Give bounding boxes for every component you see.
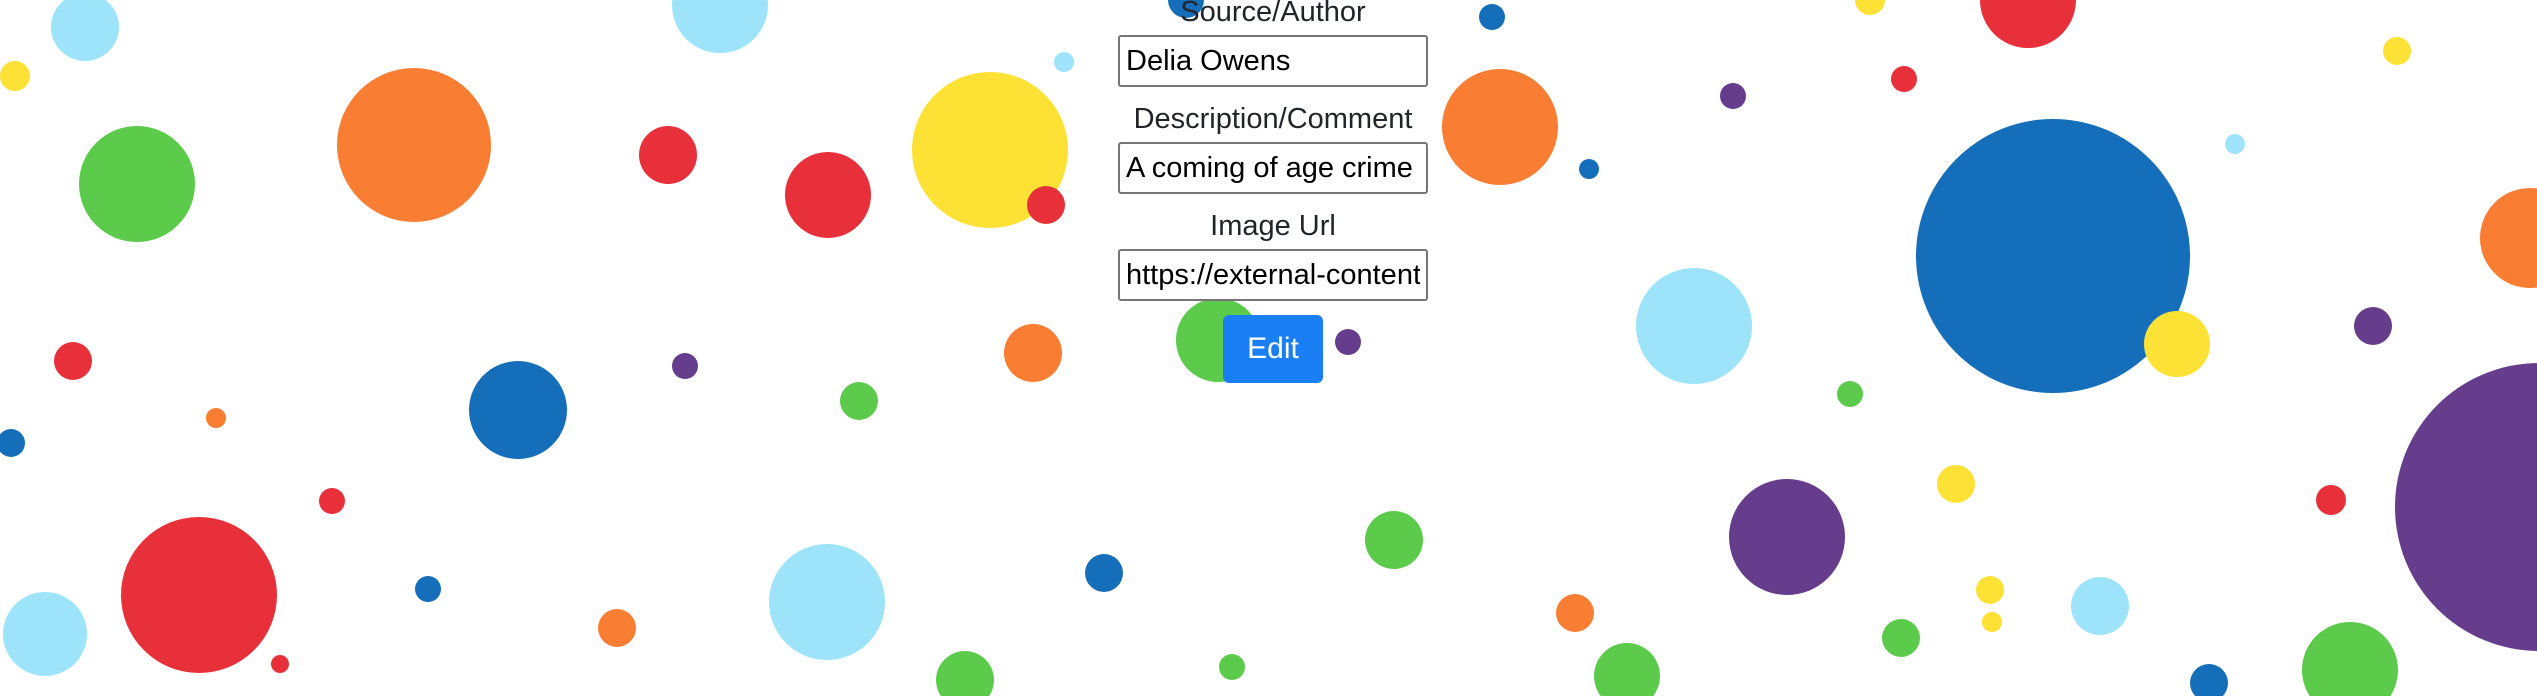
blue-dot [415, 576, 441, 602]
red-dot [1891, 66, 1917, 92]
light-blue-dot [769, 544, 885, 660]
image-url-label: Image Url [1210, 210, 1336, 242]
yellow-dot [0, 61, 30, 91]
edit-button[interactable]: Edit [1223, 315, 1323, 383]
red-dot [785, 152, 871, 238]
green-dot [2302, 622, 2398, 696]
yellow-dot [2383, 37, 2411, 65]
orange-dot [1442, 69, 1558, 185]
description-comment-input[interactable] [1118, 142, 1428, 194]
blue-dot [1579, 159, 1599, 179]
green-dot [936, 651, 994, 696]
green-dot [1882, 619, 1920, 657]
green-dot [1365, 511, 1423, 569]
purple-dot [2395, 363, 2537, 651]
light-blue-dot [1054, 52, 1074, 72]
purple-dot [672, 353, 698, 379]
light-blue-dot [2225, 134, 2245, 154]
yellow-dot [1855, 0, 1885, 15]
yellow-dot [1937, 465, 1975, 503]
blue-dot [0, 429, 25, 457]
orange-dot [1004, 324, 1062, 382]
source-author-input[interactable] [1118, 35, 1428, 87]
light-blue-dot [672, 0, 768, 53]
green-dot [1837, 381, 1863, 407]
yellow-dot [2144, 311, 2210, 377]
orange-dot [206, 408, 226, 428]
light-blue-dot [1636, 268, 1752, 384]
green-dot [1594, 643, 1660, 696]
yellow-dot [1982, 612, 2002, 632]
source-author-label: Source/Author [1180, 0, 1366, 28]
blue-dot [469, 361, 567, 459]
yellow-dot [1976, 576, 2004, 604]
red-dot [54, 342, 92, 380]
purple-dot [1729, 479, 1845, 595]
red-dot [1980, 0, 2076, 48]
red-dot [2316, 485, 2346, 515]
purple-dot [1720, 83, 1746, 109]
orange-dot [2480, 188, 2537, 288]
red-dot [121, 517, 277, 673]
purple-dot [2354, 307, 2392, 345]
red-dot [1027, 186, 1065, 224]
green-dot [840, 382, 878, 420]
red-dot [319, 488, 345, 514]
green-dot [1219, 654, 1245, 680]
blue-dot [2190, 664, 2228, 696]
light-blue-dot [2071, 577, 2129, 635]
orange-dot [598, 609, 636, 647]
orange-dot [337, 68, 491, 222]
edit-form: Source/Author Description/Comment Image … [1118, 0, 1428, 383]
light-blue-dot [3, 592, 87, 676]
blue-dot [1479, 4, 1505, 30]
blue-dot [1085, 554, 1123, 592]
image-url-input[interactable] [1118, 249, 1428, 301]
description-comment-label: Description/Comment [1133, 103, 1413, 135]
light-blue-dot [51, 0, 119, 61]
red-dot [639, 126, 697, 184]
orange-dot [1556, 594, 1594, 632]
red-dot [271, 655, 289, 673]
green-dot [79, 126, 195, 242]
